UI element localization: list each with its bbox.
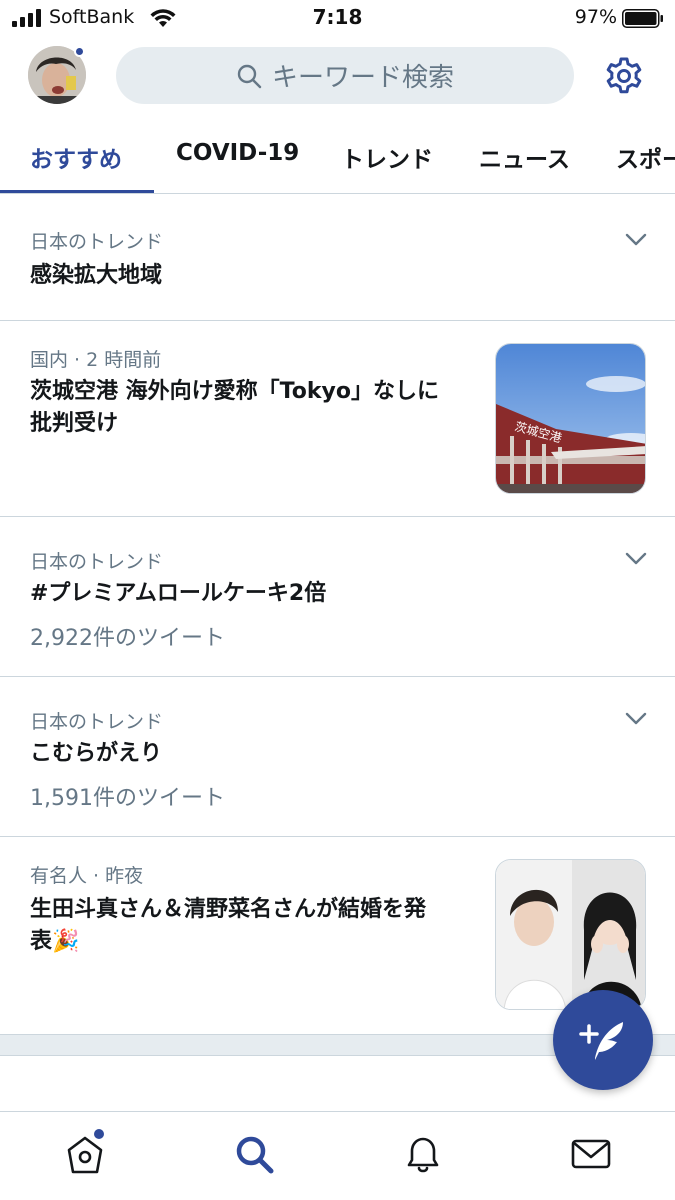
settings-gear-icon[interactable] xyxy=(604,56,644,96)
home-notification-dot xyxy=(94,1129,104,1139)
news-thumbnail xyxy=(495,859,646,1010)
trend-item[interactable]: 日本のトレンド 感染拡大地域 xyxy=(0,195,675,321)
battery-percentage: 97% xyxy=(574,6,617,28)
battery-icon xyxy=(622,9,663,28)
search-bar[interactable]: キーワード検索 xyxy=(116,47,574,104)
mail-icon[interactable] xyxy=(569,1132,613,1176)
trend-context: 日本のトレンド xyxy=(30,711,164,733)
news-title-line2: 表🎉 xyxy=(30,929,80,954)
clock: 7:18 xyxy=(312,5,363,29)
notification-dot xyxy=(74,46,85,57)
active-tab-indicator xyxy=(0,190,154,193)
trend-context: 日本のトレンド xyxy=(30,551,164,573)
tab-news[interactable]: ニュース xyxy=(479,140,570,174)
search-icon[interactable] xyxy=(232,1132,276,1176)
tweet-count: 1,591件のツイート xyxy=(30,786,225,811)
trend-item[interactable]: 日本のトレンド こむらがえり 1,591件のツイート xyxy=(0,677,675,837)
status-bar: SoftBank 7:18 97% xyxy=(0,0,675,38)
trend-item[interactable]: 日本のトレンド #プレミアムロールケーキ2倍 2,922件のツイート xyxy=(0,517,675,677)
compose-tweet-button[interactable] xyxy=(553,990,653,1090)
tab-trends[interactable]: トレンド xyxy=(341,140,433,174)
tab-recommended[interactable]: おすすめ xyxy=(30,140,122,174)
trend-title: 感染拡大地域 xyxy=(30,263,163,288)
tab-sports[interactable]: スポー xyxy=(616,140,675,174)
celebrity-photos-image xyxy=(496,860,645,1009)
search-icon xyxy=(237,64,262,88)
trend-context: 日本のトレンド xyxy=(30,231,164,253)
airport-image: 茨城空港 xyxy=(496,344,645,493)
bottom-navigation xyxy=(0,1111,675,1200)
tweet-count: 2,922件のツイート xyxy=(30,626,225,651)
news-thumbnail: 茨城空港 xyxy=(495,343,646,494)
trend-title: こむらがえり xyxy=(30,741,163,766)
news-item[interactable]: 国内 · 2 時間前 茨城空港 海外向け愛称「Tokyo」なしに 批判受け 茨城… xyxy=(0,321,675,517)
trend-title: #プレミアムロールケーキ2倍 xyxy=(30,581,327,606)
bell-icon[interactable] xyxy=(401,1132,445,1176)
search-placeholder: キーワード検索 xyxy=(271,63,454,93)
chevron-down-icon[interactable] xyxy=(625,233,647,247)
compose-feather-icon xyxy=(579,1022,623,1060)
explore-tabs: おすすめ COVID-19 トレンド ニュース スポー xyxy=(0,118,675,194)
news-title-line1: 生田斗真さん＆清野菜名さんが結婚を発 xyxy=(30,897,427,922)
news-title-line2: 批判受け xyxy=(30,411,119,436)
tab-covid19[interactable]: COVID-19 xyxy=(176,140,299,166)
chevron-down-icon[interactable] xyxy=(625,552,647,566)
news-context: 国内 · 2 時間前 xyxy=(30,349,162,371)
chevron-down-icon[interactable] xyxy=(625,712,647,726)
news-context: 有名人 · 昨夜 xyxy=(30,865,144,887)
news-title-line1: 茨城空港 海外向け愛称「Tokyo」なしに xyxy=(30,379,439,404)
